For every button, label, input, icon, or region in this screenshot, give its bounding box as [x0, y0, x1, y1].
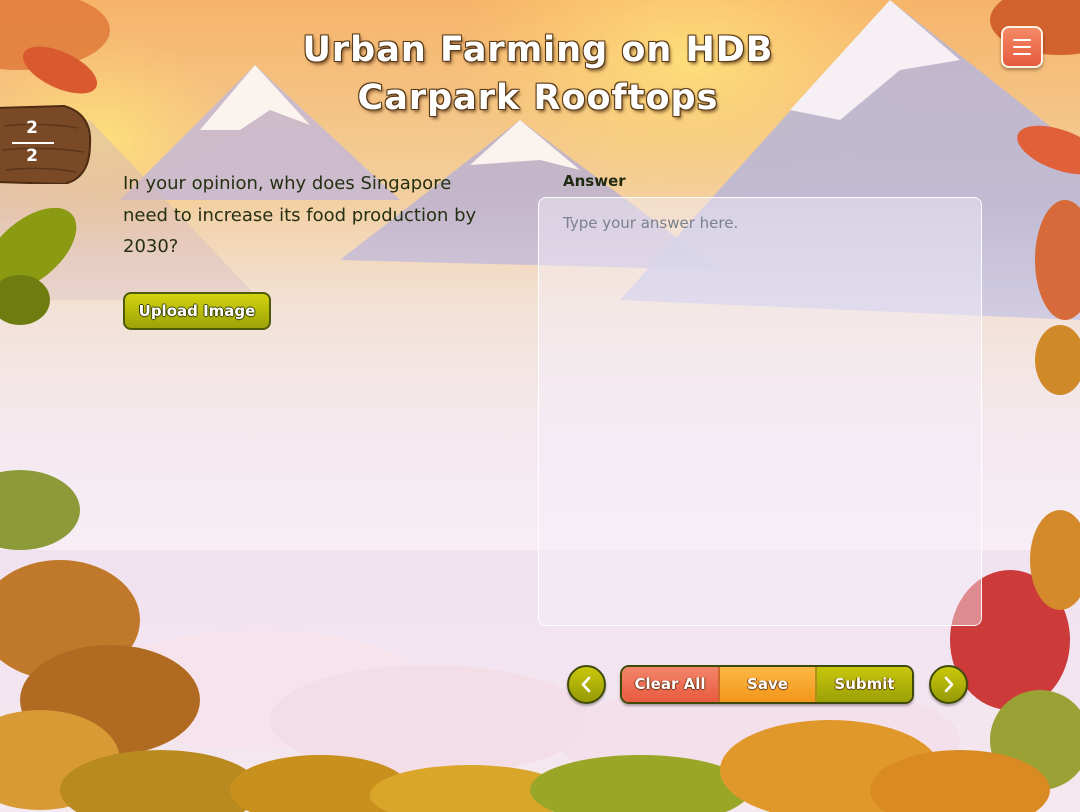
answer-label: Answer	[563, 172, 626, 190]
submit-button[interactable]: Submit	[817, 667, 912, 702]
upload-image-button[interactable]: Upload Image	[123, 292, 271, 330]
chevron-right-icon	[944, 676, 954, 693]
page-total: 2	[26, 146, 38, 166]
answer-input[interactable]	[538, 197, 982, 626]
question-text: In your opinion, why does Singapore need…	[123, 173, 477, 257]
page-divider	[12, 142, 54, 144]
chevron-left-icon	[581, 676, 591, 693]
page-indicator	[0, 104, 92, 186]
action-button-group: Clear All Save Submit	[620, 665, 914, 704]
page-title: Urban Farming on HDB Carpark Rooftops	[302, 30, 774, 118]
save-button[interactable]: Save	[720, 667, 817, 702]
menu-button[interactable]	[1001, 26, 1043, 68]
clear-all-button[interactable]: Clear All	[622, 667, 720, 702]
page-current: 2	[26, 118, 38, 138]
next-button[interactable]	[929, 665, 968, 704]
previous-button[interactable]	[567, 665, 606, 704]
